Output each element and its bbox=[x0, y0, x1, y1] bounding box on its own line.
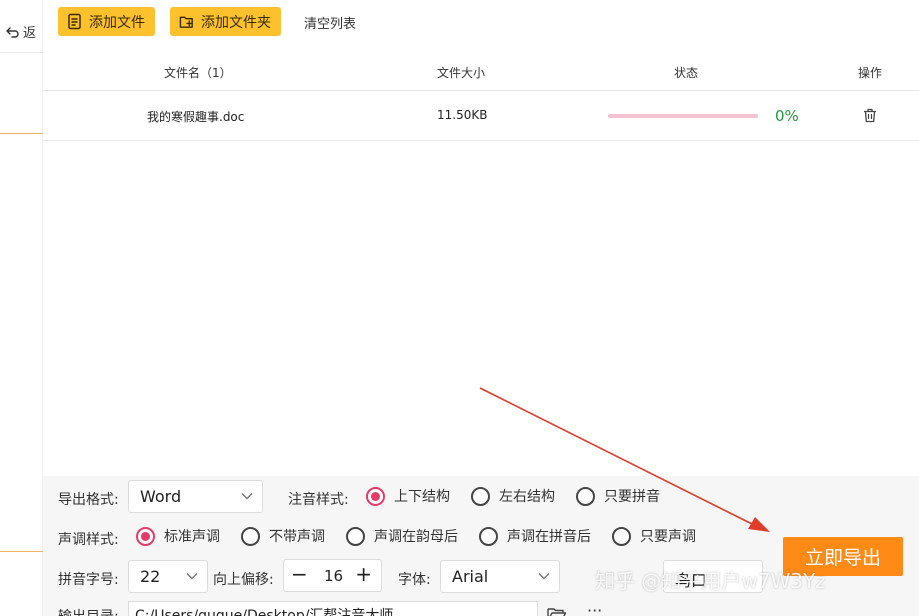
radio-label: 左右结构 bbox=[499, 489, 555, 505]
font-select[interactable]: Arial bbox=[440, 560, 560, 593]
progress-percent: 0% bbox=[775, 107, 799, 125]
radio-label: 标准声调 bbox=[164, 529, 220, 545]
column-header-status: 状态 bbox=[674, 66, 699, 80]
font-label: 字体: bbox=[398, 572, 431, 588]
folder-open-icon[interactable] bbox=[547, 607, 567, 616]
offset-stepper[interactable]: − 16 + bbox=[283, 559, 382, 592]
radio-circle bbox=[612, 526, 631, 546]
file-size-cell: 11.50KB bbox=[437, 108, 488, 122]
pinyin-size-select[interactable]: 22 bbox=[128, 560, 208, 593]
radio-circle bbox=[366, 486, 385, 506]
radio-tone-none[interactable]: 不带声调 bbox=[241, 526, 325, 546]
color-select-value: 鸟口 bbox=[675, 571, 708, 590]
export-format-select[interactable]: Word bbox=[128, 480, 263, 513]
radio-label: 不带声调 bbox=[269, 529, 325, 545]
add-file-button[interactable]: 添加文件 bbox=[58, 7, 155, 36]
decrement-button[interactable]: − bbox=[291, 562, 308, 586]
document-list-icon bbox=[68, 13, 81, 30]
radio-label: 声调在拼音后 bbox=[507, 529, 591, 545]
export-format-value: Word bbox=[140, 487, 182, 506]
progress-bar bbox=[608, 114, 758, 118]
divider bbox=[0, 52, 43, 53]
radio-label: 上下结构 bbox=[394, 489, 450, 505]
radio-tone-standard[interactable]: 标准声调 bbox=[136, 526, 220, 546]
annotation-style-label: 注音样式: bbox=[288, 492, 349, 508]
chevron-down-icon bbox=[241, 493, 253, 500]
increment-button[interactable]: + bbox=[355, 562, 372, 586]
export-format-label: 导出格式: bbox=[58, 492, 119, 508]
folder-plus-icon bbox=[179, 16, 193, 28]
radio-circle bbox=[479, 526, 498, 546]
radio-label: 只要拼音 bbox=[604, 489, 660, 505]
back-arrow-icon bbox=[6, 26, 19, 38]
add-folder-button[interactable]: 添加文件夹 bbox=[170, 7, 281, 36]
left-sidebar-strip: 返 bbox=[0, 0, 43, 616]
add-file-label: 添加文件 bbox=[89, 14, 145, 31]
column-header-filesize: 文件大小 bbox=[437, 66, 486, 80]
output-dir-label: 输出目录: bbox=[58, 606, 119, 616]
trash-icon[interactable] bbox=[863, 108, 877, 123]
pinyin-size-value: 22 bbox=[140, 567, 161, 586]
back-link[interactable]: 返 bbox=[6, 22, 36, 41]
more-button[interactable]: ··· bbox=[587, 601, 602, 616]
export-now-label: 立即导出 bbox=[804, 547, 881, 569]
radio-circle bbox=[241, 526, 260, 546]
radio-label: 只要声调 bbox=[640, 529, 696, 545]
font-value: Arial bbox=[452, 567, 489, 586]
radio-annotation-pinyin-only[interactable]: 只要拼音 bbox=[576, 486, 660, 506]
radio-tone-only[interactable]: 只要声调 bbox=[612, 526, 696, 546]
radio-circle bbox=[471, 486, 490, 506]
radio-label: 声调在韵母后 bbox=[374, 529, 458, 545]
column-header-filename: 文件名（1） bbox=[164, 66, 232, 80]
chevron-down-icon bbox=[186, 573, 198, 580]
radio-circle bbox=[576, 486, 595, 506]
radio-circle bbox=[346, 526, 365, 546]
add-folder-label: 添加文件夹 bbox=[201, 14, 271, 31]
column-header-action: 操作 bbox=[858, 66, 883, 80]
file-table-header: 文件名（1） 文件大小 状态 操作 bbox=[43, 52, 919, 91]
radio-tone-after-final[interactable]: 声调在韵母后 bbox=[346, 526, 458, 546]
pinyin-size-label: 拼音字号: bbox=[58, 572, 119, 588]
radio-tone-after-pinyin[interactable]: 声调在拼音后 bbox=[479, 526, 591, 546]
divider bbox=[0, 551, 43, 552]
file-name-cell: 我的寒假趣事.doc bbox=[147, 110, 245, 124]
divider bbox=[0, 133, 43, 134]
output-dir-input[interactable]: C:/Users/gugue/Desktop/汇帮注音大师 bbox=[128, 601, 538, 616]
clear-list-button[interactable]: 清空列表 bbox=[304, 13, 356, 32]
radio-annotation-top-bottom[interactable]: 上下结构 bbox=[366, 486, 450, 506]
offset-value: 16 bbox=[324, 567, 344, 585]
chevron-down-icon bbox=[538, 573, 550, 580]
offset-label: 向上偏移: bbox=[213, 572, 274, 588]
radio-annotation-left-right[interactable]: 左右结构 bbox=[471, 486, 555, 506]
radio-circle bbox=[136, 526, 155, 546]
tone-style-label: 声调样式: bbox=[58, 532, 119, 548]
export-now-button[interactable]: 立即导出 bbox=[783, 537, 903, 576]
back-label: 返 bbox=[23, 26, 37, 41]
table-row[interactable]: 我的寒假趣事.doc 11.50KB 0% bbox=[43, 91, 919, 141]
color-select[interactable]: 鸟口 bbox=[663, 560, 763, 593]
